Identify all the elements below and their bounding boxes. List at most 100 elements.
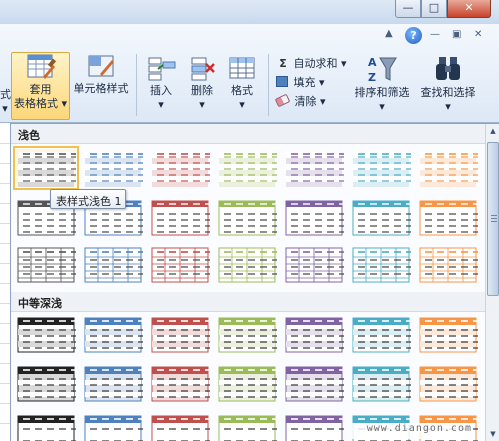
conditional-format-cut-label-2: ▾	[2, 102, 8, 115]
ribbon-minimize-icon[interactable]: —	[430, 29, 440, 40]
table-style-swatch[interactable]	[150, 413, 212, 441]
table-style-swatch[interactable]	[284, 413, 346, 441]
maximize-button[interactable]: □	[421, 0, 447, 18]
ribbon-collapse-icon[interactable]: ▲	[385, 28, 393, 39]
table-style-swatch[interactable]	[284, 364, 346, 402]
fill-button[interactable]: 填充 ▾	[276, 74, 325, 91]
table-style-preview	[352, 317, 413, 353]
table-style-swatch[interactable]	[284, 245, 346, 283]
sigma-icon: Σ	[279, 57, 287, 70]
section-header-light: 浅色	[11, 124, 485, 144]
table-style-swatch[interactable]	[217, 364, 279, 402]
fill-label: 填充 ▾	[293, 76, 325, 89]
table-style-swatch[interactable]	[217, 245, 279, 283]
grip-line	[491, 221, 497, 222]
table-style-preview	[285, 366, 346, 402]
format-cells-icon	[229, 57, 255, 79]
table-style-preview	[85, 152, 145, 188]
style-tooltip: 表样式浅色 1	[50, 189, 126, 209]
table-style-swatch[interactable]	[16, 245, 78, 283]
worksheet-edge	[0, 123, 10, 441]
ribbon-close-icon[interactable]: ✕	[474, 29, 482, 40]
ribbon-separator	[136, 54, 137, 116]
help-icon[interactable]: ?	[405, 27, 422, 44]
table-style-swatch[interactable]	[351, 149, 413, 188]
table-style-swatch[interactable]	[217, 149, 279, 188]
find-select-label: 查找和选择	[420, 86, 476, 99]
table-style-preview	[218, 317, 279, 353]
conditional-format-cut-label[interactable]: 式 ▾	[0, 88, 11, 116]
sort-filter-button[interactable]: A Z 排序和筛选 ▾	[352, 54, 412, 114]
table-style-swatch[interactable]	[351, 364, 413, 402]
table-style-swatch[interactable]	[150, 149, 212, 188]
table-style-swatch[interactable]	[150, 245, 212, 283]
table-style-swatch[interactable]	[217, 413, 279, 441]
find-select-button[interactable]: 查找和选择 ▾	[417, 54, 479, 114]
grid-line	[0, 223, 10, 224]
table-style-swatch[interactable]	[418, 245, 480, 283]
scroll-down-icon[interactable]: ▼	[486, 427, 499, 441]
grid-line	[0, 423, 10, 424]
table-style-preview	[353, 152, 413, 188]
table-style-swatch[interactable]	[13, 146, 79, 190]
table-style-swatch[interactable]	[150, 315, 212, 353]
table-style-swatch[interactable]	[418, 198, 480, 236]
table-style-swatch[interactable]	[351, 198, 413, 236]
svg-text:Z: Z	[368, 71, 376, 84]
minimize-button[interactable]: —	[395, 0, 421, 18]
table-style-swatch[interactable]	[284, 198, 346, 236]
delete-button[interactable]: 删除 ▾	[184, 54, 220, 112]
table-style-preview	[84, 366, 145, 402]
format-as-table-button[interactable]: 套用 表格格式 ▾	[11, 52, 70, 120]
table-style-swatch[interactable]	[284, 315, 346, 353]
table-style-swatch[interactable]	[16, 413, 78, 441]
table-style-swatch[interactable]	[150, 364, 212, 402]
table-style-swatch[interactable]	[351, 245, 413, 283]
table-style-swatch[interactable]	[83, 149, 145, 188]
watermark-text: www.diangon.com	[352, 423, 472, 439]
table-style-swatch[interactable]	[217, 315, 279, 353]
grid-line	[0, 323, 10, 324]
sort-filter-label: 排序和筛选	[354, 86, 410, 99]
table-style-preview	[285, 415, 346, 441]
table-style-swatch[interactable]	[16, 315, 78, 353]
close-button[interactable]: ✕	[447, 0, 491, 18]
table-style-preview	[218, 200, 279, 236]
table-style-preview	[285, 200, 346, 236]
clear-label: 清除 ▾	[294, 95, 326, 108]
autosum-label: 自动求和 ▾	[293, 57, 347, 70]
table-style-preview	[218, 366, 279, 402]
table-style-preview	[286, 152, 346, 188]
table-style-swatch[interactable]	[418, 315, 480, 353]
table-style-swatch[interactable]	[150, 198, 212, 236]
grip-line	[491, 218, 497, 219]
table-style-swatch[interactable]	[83, 245, 145, 283]
grid-line	[0, 303, 10, 304]
gallery-scrollbar[interactable]: ▲ ▼	[485, 124, 499, 441]
ribbon-restore-icon[interactable]: ▣	[452, 29, 461, 40]
table-style-swatch[interactable]	[83, 315, 145, 353]
table-style-preview	[17, 317, 78, 353]
autosum-button[interactable]: Σ 自动求和 ▾	[276, 55, 347, 72]
table-style-swatch[interactable]	[284, 149, 346, 188]
table-style-swatch[interactable]	[16, 364, 78, 402]
scroll-up-icon[interactable]: ▲	[486, 124, 499, 139]
table-style-swatch[interactable]	[351, 315, 413, 353]
delete-dropdown-icon: ▾	[199, 98, 205, 111]
table-style-swatch[interactable]	[83, 364, 145, 402]
cell-styles-button[interactable]: 单元格样式	[70, 52, 132, 96]
table-style-swatch[interactable]	[418, 364, 480, 402]
clear-button[interactable]: 清除 ▾	[274, 93, 326, 110]
table-style-swatch[interactable]	[217, 198, 279, 236]
format-button[interactable]: 格式 ▾	[223, 54, 261, 112]
table-style-preview	[17, 366, 78, 402]
grid-line	[0, 143, 10, 144]
table-style-swatch[interactable]	[83, 413, 145, 441]
table-style-preview	[152, 152, 212, 188]
delete-label: 删除	[191, 84, 213, 97]
scrollbar-thumb[interactable]	[487, 142, 499, 296]
table-style-swatch[interactable]	[418, 149, 480, 188]
table-style-preview	[151, 415, 212, 441]
sort-filter-icon: A Z	[368, 56, 397, 84]
insert-button[interactable]: 插入 ▾	[141, 54, 181, 112]
